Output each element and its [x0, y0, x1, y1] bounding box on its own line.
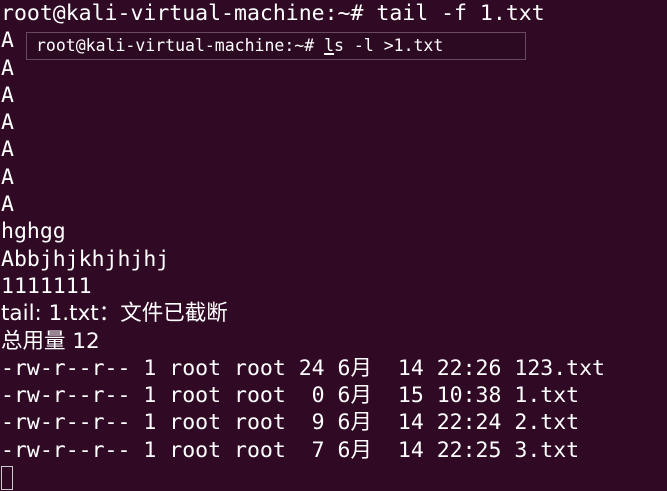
overlay-command-text: s -l >1.txt: [334, 36, 444, 55]
file-listing-row: -rw-r--r-- 1 root root 7 6月 14 22:25 3.t…: [1, 437, 580, 463]
file-listing-row: -rw-r--r-- 1 root root 0 6月 15 10:38 1.t…: [1, 383, 580, 409]
output-line: hghgg: [1, 219, 66, 245]
text-cursor: l: [324, 36, 335, 55]
output-line: A: [1, 110, 14, 136]
file-listing-row: -rw-r--r-- 1 root root 9 6月 14 22:24 2.t…: [1, 410, 580, 436]
output-line: A: [1, 137, 14, 163]
terminal-window[interactable]: root@kali-virtual-machine:~# tail -f 1.t…: [0, 0, 667, 491]
tail-truncated-message: tail: 1.txt：文件已截断: [1, 301, 228, 327]
output-line: A: [1, 164, 14, 190]
file-listing-row: -rw-r--r-- 1 root root 24 6月 14 22:26 12…: [1, 355, 605, 381]
overlay-prompt: root@kali-virtual-machine:~#: [36, 36, 325, 55]
block-cursor: [1, 466, 13, 490]
command-overlay[interactable]: root@kali-virtual-machine:~# ls -l >1.tx…: [26, 32, 526, 60]
output-line: 1111111: [1, 273, 92, 299]
output-line: A: [1, 192, 14, 218]
output-line: A: [1, 82, 14, 108]
total-usage-line: 总用量 12: [1, 328, 100, 354]
prompt-line: root@kali-virtual-machine:~# tail -f 1.t…: [1, 1, 545, 26]
output-line: Abbjhjkhjhjhj: [1, 246, 170, 272]
